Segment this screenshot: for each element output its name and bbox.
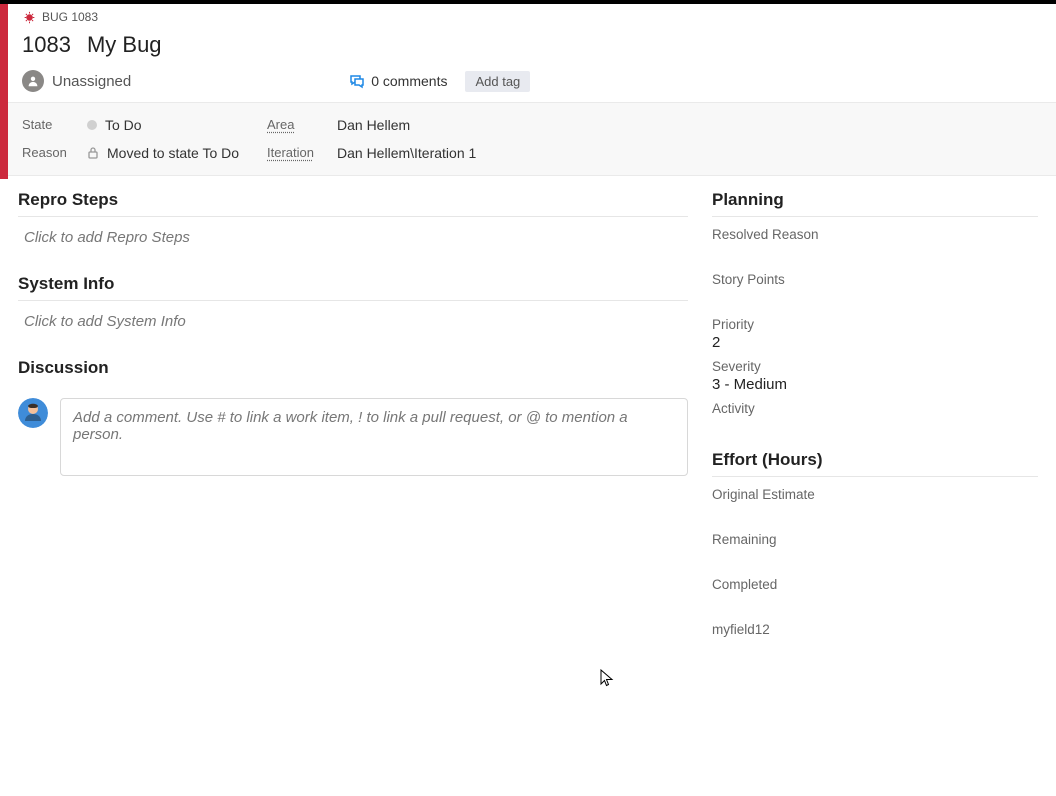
resolved-reason-label[interactable]: Resolved Reason <box>712 227 1038 242</box>
severity-label: Severity <box>712 359 1038 374</box>
state-picker[interactable]: To Do <box>87 117 267 133</box>
planning-section: Planning Resolved Reason Story Points Pr… <box>712 190 1038 416</box>
area-picker[interactable]: Dan Hellem <box>337 117 1034 133</box>
comment-input[interactable]: Add a comment. Use # to link a work item… <box>60 398 688 476</box>
assignee-label: Unassigned <box>52 73 131 90</box>
repro-steps-input[interactable]: Click to add Repro Steps <box>18 217 688 274</box>
iteration-label: Iteration <box>267 145 337 161</box>
repro-steps-title: Repro Steps <box>18 190 688 217</box>
system-info-input[interactable]: Click to add System Info <box>18 301 688 358</box>
activity-label[interactable]: Activity <box>712 401 1038 416</box>
cursor-icon <box>600 669 614 687</box>
original-estimate-label[interactable]: Original Estimate <box>712 487 1038 502</box>
custom-field-label[interactable]: myfield12 <box>712 622 1038 637</box>
discussion-title: Discussion <box>18 358 688 384</box>
severity-value[interactable]: 3 - Medium <box>712 376 1038 393</box>
state-value: To Do <box>105 117 142 133</box>
system-info-title: System Info <box>18 274 688 301</box>
meta-row: Unassigned 0 comments Add tag <box>22 70 1056 102</box>
completed-label[interactable]: Completed <box>712 577 1038 592</box>
add-tag-button[interactable]: Add tag <box>465 71 530 92</box>
remaining-label[interactable]: Remaining <box>712 532 1038 547</box>
classification-panel: State To Do Area Dan Hellem Reason Moved… <box>0 102 1056 176</box>
story-points-label[interactable]: Story Points <box>712 272 1038 287</box>
priority-value[interactable]: 2 <box>712 334 1038 351</box>
iteration-picker[interactable]: Dan Hellem\Iteration 1 <box>337 145 1034 161</box>
lock-icon <box>87 146 99 160</box>
effort-section: Effort (Hours) Original Estimate Remaini… <box>712 450 1038 637</box>
planning-title: Planning <box>712 190 1038 217</box>
effort-title: Effort (Hours) <box>712 450 1038 477</box>
work-item-header: BUG 1083 1083 My Bug Unassigned 0 commen… <box>0 4 1056 102</box>
work-item-type-color-bar <box>0 4 8 179</box>
comments-count: 0 comments <box>371 73 447 89</box>
breadcrumb[interactable]: BUG 1083 <box>22 10 1056 24</box>
work-item-body: Repro Steps Click to add Repro Steps Sys… <box>0 176 1056 671</box>
priority-label: Priority <box>712 317 1038 332</box>
side-column: Planning Resolved Reason Story Points Pr… <box>712 190 1038 671</box>
discussion-row: Add a comment. Use # to link a work item… <box>18 398 688 476</box>
person-icon <box>22 70 44 92</box>
breadcrumb-label: BUG 1083 <box>42 10 98 24</box>
state-label: State <box>22 117 87 133</box>
area-label: Area <box>267 117 337 133</box>
avatar <box>18 398 48 428</box>
work-item-title[interactable]: My Bug <box>87 32 162 58</box>
assignee-picker[interactable]: Unassigned <box>22 70 131 92</box>
bug-icon <box>22 10 36 24</box>
work-item-id: 1083 <box>22 32 71 58</box>
repro-steps-section: Repro Steps Click to add Repro Steps <box>18 190 688 274</box>
comments-link[interactable]: 0 comments <box>349 73 447 89</box>
state-dot-icon <box>87 120 97 130</box>
title-row: 1083 My Bug <box>22 32 1056 58</box>
reason-value: Moved to state To Do <box>107 145 239 161</box>
reason-picker[interactable]: Moved to state To Do <box>87 145 267 161</box>
discussion-icon <box>349 73 365 89</box>
system-info-section: System Info Click to add System Info <box>18 274 688 358</box>
main-column: Repro Steps Click to add Repro Steps Sys… <box>18 190 688 671</box>
reason-label: Reason <box>22 145 87 161</box>
discussion-section: Discussion Add a comment. Use # to link … <box>18 358 688 476</box>
